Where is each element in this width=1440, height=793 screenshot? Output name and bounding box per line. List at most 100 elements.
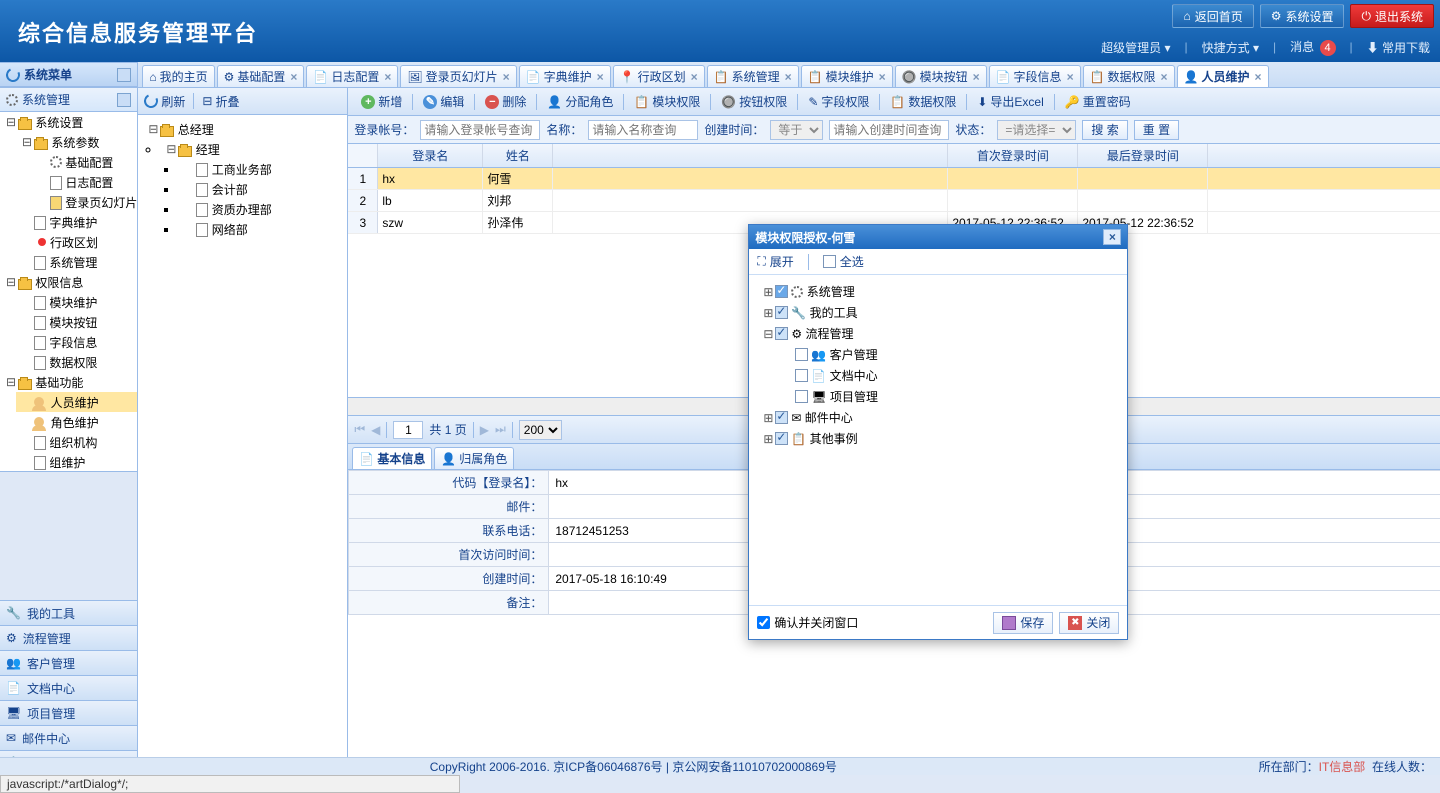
org-dept-3[interactable]: 网络部 (178, 219, 343, 239)
module-perm-button[interactable]: 📋 模块权限 (627, 91, 707, 113)
expand-button[interactable]: ⛶ 展开 (757, 253, 793, 270)
acc-mail-center[interactable]: ✉ 邮件中心 (0, 725, 137, 750)
search-button[interactable]: 搜 索 (1082, 120, 1127, 140)
tree-login-slides[interactable]: 登录页幻灯片 (32, 192, 137, 212)
filter-state-select[interactable]: =请选择= (997, 120, 1076, 140)
checkbox-icon[interactable] (795, 369, 808, 382)
checkbox-icon[interactable] (775, 285, 788, 298)
export-excel-button[interactable]: ⬇ 导出Excel (970, 91, 1050, 113)
org-refresh-button[interactable]: 刷新 (144, 93, 185, 110)
tab-close-icon[interactable]: × (290, 70, 297, 84)
perm-cust-mgmt[interactable]: 👥 客户管理 (777, 344, 1119, 365)
org-collapse-button[interactable]: ⊟ 折叠 (202, 93, 239, 110)
col-remark[interactable]: 备注 (1208, 144, 1440, 167)
org-root[interactable]: ⊟ 总经理 (142, 119, 343, 139)
checkbox-icon[interactable] (775, 411, 788, 424)
tree-role-maint[interactable]: 角色维护 (16, 412, 137, 432)
current-user[interactable]: 超级管理员 ▾ (1101, 39, 1170, 56)
tree-sys-mgmt[interactable]: 系统管理 (16, 252, 137, 272)
tab-login-slides[interactable]: 🖼 登录页幻灯片× (400, 65, 516, 87)
tab-close-icon[interactable]: × (879, 70, 886, 84)
tab-admin-div[interactable]: 📍 行政区划× (613, 65, 705, 87)
pager-next[interactable]: ▶ (480, 423, 489, 437)
add-button[interactable]: +新增 (354, 91, 409, 113)
select-all-button[interactable]: 全选 (823, 253, 864, 270)
pager-prev[interactable]: ◀ (371, 423, 380, 437)
tab-close-icon[interactable]: × (1161, 70, 1168, 84)
checkbox-icon[interactable] (775, 327, 788, 340)
edit-button[interactable]: ✎编辑 (416, 91, 471, 113)
checkbox-icon[interactable] (795, 348, 808, 361)
tree-org-maint[interactable]: 组织机构 (16, 432, 137, 452)
org-dept-0[interactable]: 工商业务部 (178, 159, 343, 179)
pager-first[interactable]: ⏮ (354, 422, 365, 437)
tab-log-conf[interactable]: 📄 日志配置× (306, 65, 398, 87)
org-dept-2[interactable]: 资质办理部 (178, 199, 343, 219)
tab-close-icon[interactable]: × (785, 70, 792, 84)
logout-button[interactable]: ⏻ 退出系统 (1350, 4, 1434, 28)
refresh-icon[interactable] (4, 66, 22, 84)
tree-module-btn[interactable]: 模块按钮 (16, 312, 137, 332)
tab-close-icon[interactable]: × (503, 70, 510, 84)
tab-base-conf[interactable]: ⚙ 基础配置× (217, 65, 305, 87)
delete-button[interactable]: −删除 (478, 91, 533, 113)
perm-sys-mgmt[interactable]: ⊞ 系统管理 (757, 281, 1119, 302)
collapse-icon[interactable] (117, 68, 131, 82)
btn-perm-button[interactable]: 🔘 按钮权限 (714, 91, 794, 113)
table-row[interactable]: 2 lb 刘邦 (348, 190, 1440, 212)
reset-button[interactable]: 重 置 (1134, 120, 1179, 140)
table-row[interactable]: 1 hx 何雪 (348, 168, 1440, 190)
tab-close-icon[interactable]: × (384, 70, 391, 84)
tree-base-func[interactable]: ⊟ 基础功能 (0, 372, 137, 392)
perm-proj-mgmt[interactable]: 🖥 项目管理 (777, 386, 1119, 407)
confirm-close-checkbox[interactable]: 确认并关闭窗口 (757, 614, 858, 631)
pager-page-input[interactable] (393, 421, 423, 439)
tree-data-perm[interactable]: 数据权限 (16, 352, 137, 372)
acc-doc-center[interactable]: 📄 文档中心 (0, 675, 137, 700)
filter-op-select[interactable]: 等于 (770, 120, 823, 140)
col-login[interactable]: 登录名 (378, 144, 483, 167)
tree-log-conf[interactable]: 日志配置 (32, 172, 137, 192)
tab-module-maint[interactable]: 📋 模块维护× (801, 65, 893, 87)
perm-other-case[interactable]: ⊞📋 其他事例 (757, 428, 1119, 449)
close-button[interactable]: ✖关闭 (1059, 612, 1119, 634)
tree-module-maint[interactable]: 模块维护 (16, 292, 137, 312)
perm-doc-center[interactable]: 📄 文档中心 (777, 365, 1119, 386)
tree-person-maint[interactable]: 人员维护 (16, 392, 137, 412)
acc-proj-mgmt[interactable]: 🖥 项目管理 (0, 700, 137, 725)
tab-person-maint[interactable]: 👤 人员维护× (1177, 65, 1269, 87)
tree-base-conf[interactable]: 基础配置 (32, 152, 137, 172)
dialog-close-icon[interactable]: × (1103, 229, 1121, 245)
detail-tab-role[interactable]: 👤 归属角色 (434, 447, 514, 469)
pager-size-select[interactable]: 200 (519, 420, 562, 440)
settings-button[interactable]: ⚙ 系统设置 (1260, 4, 1345, 28)
checkbox-icon[interactable] (775, 306, 788, 319)
panel-toggle-icon[interactable] (117, 93, 131, 107)
perm-flow-mgmt[interactable]: ⊟⚙ 流程管理 (757, 323, 1119, 344)
home-button[interactable]: ⌂ 返回首页 (1172, 4, 1253, 28)
tab-data-perm[interactable]: 📋 数据权限× (1083, 65, 1175, 87)
tab-module-btn[interactable]: 🔘 模块按钮× (895, 65, 987, 87)
filter-create-input[interactable] (829, 120, 949, 140)
download-link[interactable]: ⬇ 常用下载 (1367, 39, 1430, 56)
col-last-login[interactable]: 最后登录时间 (1078, 144, 1208, 167)
tab-field-info[interactable]: 📄 字段信息× (989, 65, 1081, 87)
shortcut-menu[interactable]: 快捷方式 ▾ (1202, 39, 1259, 56)
filter-login-input[interactable] (420, 120, 540, 140)
tree-field-info[interactable]: 字段信息 (16, 332, 137, 352)
tab-close-icon[interactable]: × (691, 70, 698, 84)
save-button[interactable]: 保存 (993, 612, 1053, 634)
sidebar-sysmgmt-header[interactable]: 系统管理 (0, 87, 137, 112)
tree-dict-maint[interactable]: 字典维护 (16, 212, 137, 232)
tree-sys-params[interactable]: ⊟ 系统参数 (16, 132, 137, 152)
col-first-login[interactable]: 首次登录时间 (948, 144, 1078, 167)
reset-pwd-button[interactable]: 🔑 重置密码 (1058, 91, 1138, 113)
assign-role-button[interactable]: 👤 分配角色 (540, 91, 620, 113)
tab-sys-mgmt[interactable]: 📋 系统管理× (707, 65, 799, 87)
tab-close-icon[interactable]: × (1255, 70, 1262, 84)
messages-link[interactable]: 消息 4 (1290, 38, 1335, 56)
checkbox-icon[interactable] (795, 390, 808, 403)
tree-admin-div[interactable]: 行政区划 (16, 232, 137, 252)
checkbox-icon[interactable] (775, 432, 788, 445)
tab-dict-maint[interactable]: 📄 字典维护× (519, 65, 611, 87)
